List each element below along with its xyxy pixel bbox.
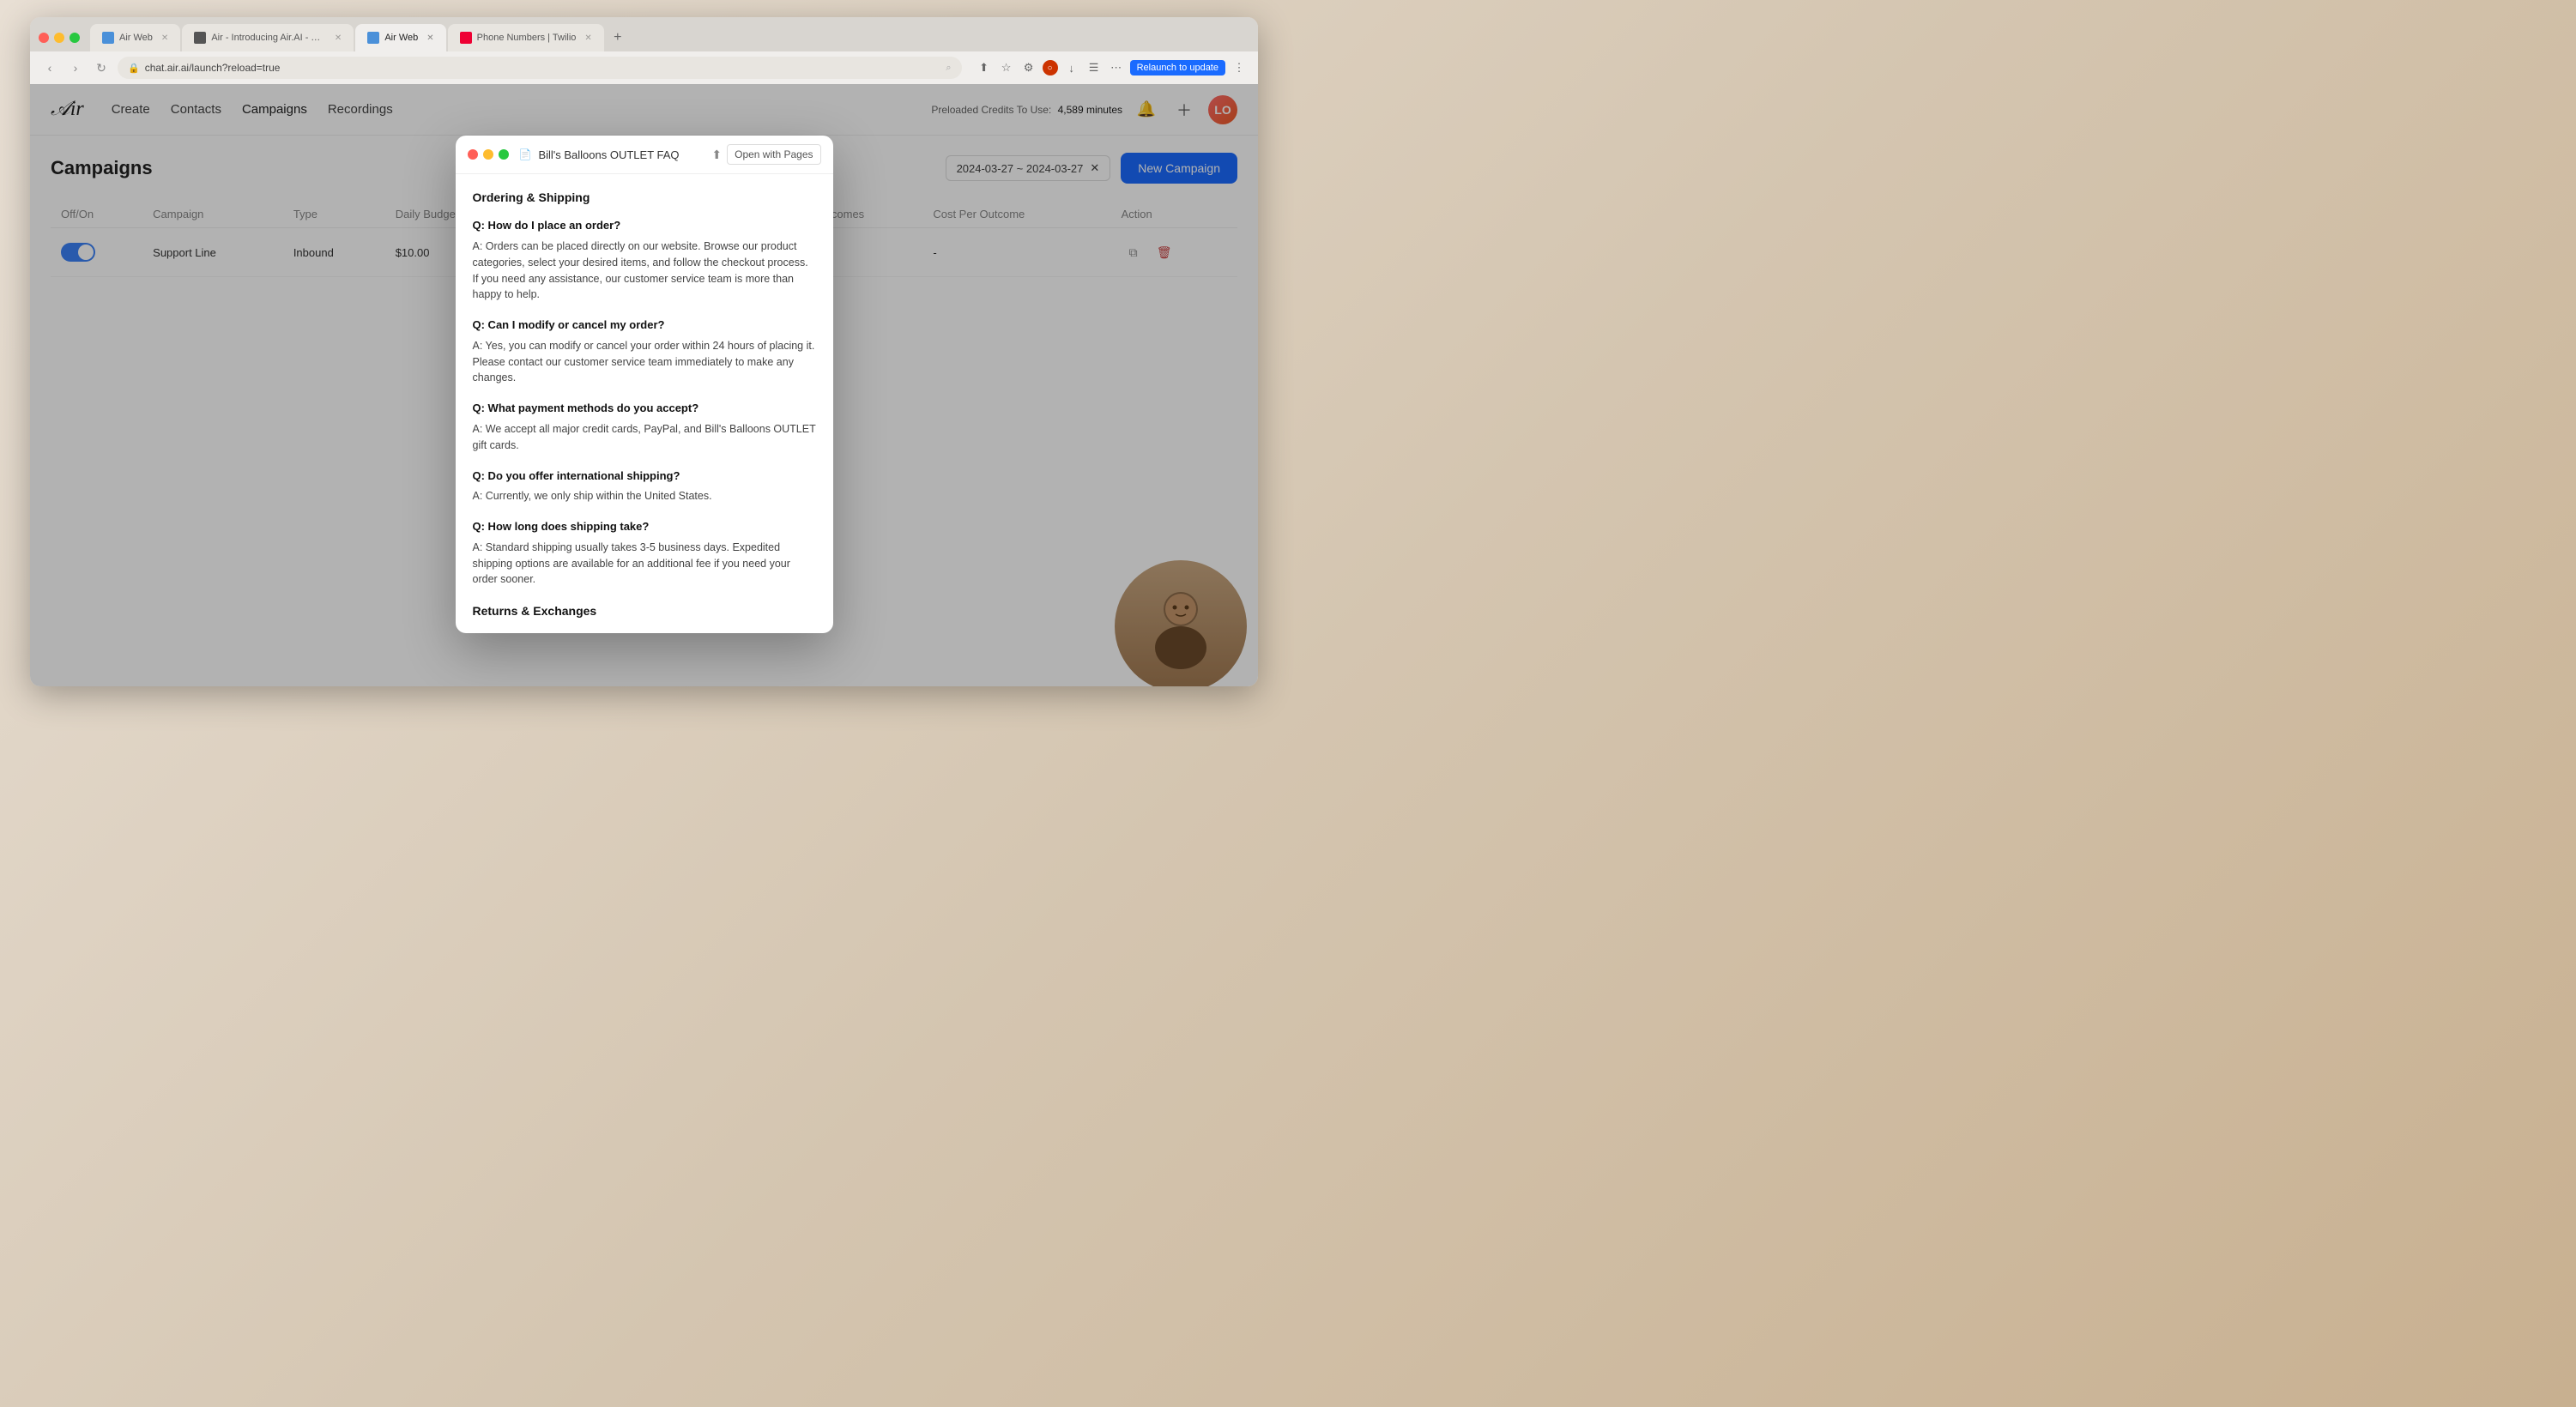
faq-modal: 📄 Bill's Balloons OUTLET FAQ ⬆ Open with…	[456, 136, 833, 633]
browser-tab-2[interactable]: Air - Introducing Air.AI - Th... ✕	[182, 24, 354, 51]
traffic-lights	[39, 33, 80, 43]
bookmark-icon[interactable]: ☆	[998, 59, 1015, 76]
toolbar-icons: ⬆ ☆ ⚙ ○ ↓ ☰ ⋯ Relaunch to update ⋮	[976, 59, 1248, 76]
modal-title: Bill's Balloons OUTLET FAQ	[538, 148, 704, 161]
download-icon[interactable]: ↓	[1063, 59, 1080, 76]
tab-4-favicon	[460, 32, 472, 44]
faq-a4: A: Currently, we only ship within the Un…	[473, 488, 816, 504]
faq-item-2: Q: Can I modify or cancel my order? A: Y…	[473, 317, 816, 386]
tab-4-close[interactable]: ✕	[584, 33, 591, 43]
faq-q5: Q: How long does shipping take?	[473, 518, 816, 536]
modal-header-icons	[468, 149, 509, 160]
address-bar[interactable]: 🔒 chat.air.ai/launch?reload=true ⌕	[118, 57, 962, 79]
tab-1-favicon	[102, 32, 114, 44]
menu-icon[interactable]: ⋮	[1231, 59, 1248, 76]
faq-item-5: Q: How long does shipping take? A: Stand…	[473, 518, 816, 588]
tab-2-close[interactable]: ✕	[335, 33, 342, 43]
modal-header: 📄 Bill's Balloons OUTLET FAQ ⬆ Open with…	[456, 136, 833, 174]
browser-tab-4[interactable]: Phone Numbers | Twilio ✕	[448, 24, 604, 51]
modal-content[interactable]: Ordering & Shipping Q: How do I place an…	[456, 174, 833, 633]
back-button[interactable]: ‹	[40, 58, 59, 77]
app-content: 𝒜ir Create Contacts Campaigns Recordings…	[30, 84, 1258, 686]
faq-a3: A: We accept all major credit cards, Pay…	[473, 421, 816, 454]
modal-expand-btn[interactable]	[499, 149, 509, 160]
relaunch-button[interactable]: Relaunch to update	[1130, 60, 1225, 75]
minimize-traffic-light[interactable]	[54, 33, 64, 43]
faq-q6: Q: What is your return policy?	[473, 631, 816, 633]
tab-bar: Air Web ✕ Air - Introducing Air.AI - Th.…	[30, 17, 1258, 51]
section-title-ordering: Ordering & Shipping	[473, 188, 816, 207]
more-icon[interactable]: ⋯	[1108, 59, 1125, 76]
vpn-icon-inner: ○	[1048, 63, 1053, 73]
maximize-traffic-light[interactable]	[70, 33, 80, 43]
modal-close-btn[interactable]	[468, 149, 478, 160]
tab-1-label: Air Web	[119, 33, 153, 43]
modal-minimize-btn[interactable]	[483, 149, 493, 160]
faq-item-1: Q: How do I place an order? A: Orders ca…	[473, 217, 816, 303]
faq-a2: A: Yes, you can modify or cancel your or…	[473, 338, 816, 386]
tab-2-favicon	[194, 32, 206, 44]
tab-3-favicon	[367, 32, 379, 44]
faq-section-ordering: Ordering & Shipping Q: How do I place an…	[473, 188, 816, 588]
refresh-button[interactable]: ↻	[92, 58, 111, 77]
url-text: chat.air.ai/launch?reload=true	[145, 62, 281, 74]
address-bar-row: ‹ › ↻ 🔒 chat.air.ai/launch?reload=true ⌕…	[30, 51, 1258, 84]
forward-button[interactable]: ›	[66, 58, 85, 77]
tab-3-close[interactable]: ✕	[426, 33, 433, 43]
faq-item-3: Q: What payment methods do you accept? A…	[473, 400, 816, 453]
new-tab-button[interactable]: +	[606, 26, 630, 50]
lock-icon: 🔒	[128, 63, 140, 74]
faq-q4: Q: Do you offer international shipping?	[473, 468, 816, 486]
faq-section-returns: Returns & Exchanges Q: What is your retu…	[473, 601, 816, 633]
modal-actions: ⬆ Open with Pages	[711, 144, 820, 165]
share-icon[interactable]: ⬆	[976, 59, 993, 76]
browser-tab-3[interactable]: Air Web ✕	[355, 24, 445, 51]
vpn-icon[interactable]: ○	[1043, 60, 1058, 75]
open-with-pages-btn[interactable]: Open with Pages	[727, 144, 820, 165]
modal-overlay[interactable]: 📄 Bill's Balloons OUTLET FAQ ⬆ Open with…	[30, 84, 1258, 686]
extensions-icon[interactable]: ⚙	[1020, 59, 1037, 76]
search-icon: ⌕	[946, 63, 951, 74]
tab-4-label: Phone Numbers | Twilio	[477, 33, 577, 43]
tab-2-label: Air - Introducing Air.AI - Th...	[211, 33, 326, 43]
browser-tab-1[interactable]: Air Web ✕	[90, 24, 180, 51]
faq-q3: Q: What payment methods do you accept?	[473, 400, 816, 418]
section-title-returns: Returns & Exchanges	[473, 601, 816, 620]
share-icon[interactable]: ⬆	[711, 148, 722, 162]
doc-icon: 📄	[519, 148, 532, 160]
address-bar-icons: ⌕	[946, 63, 951, 74]
faq-item-4: Q: Do you offer international shipping? …	[473, 468, 816, 505]
close-traffic-light[interactable]	[39, 33, 49, 43]
tab-3-label: Air Web	[384, 33, 418, 43]
faq-item-6: Q: What is your return policy? A: We acc…	[473, 631, 816, 633]
faq-a5: A: Standard shipping usually takes 3-5 b…	[473, 540, 816, 588]
faq-a1: A: Orders can be placed directly on our …	[473, 239, 816, 303]
faq-q2: Q: Can I modify or cancel my order?	[473, 317, 816, 335]
faq-q1: Q: How do I place an order?	[473, 217, 816, 235]
tab-1-close[interactable]: ✕	[161, 33, 168, 43]
reader-icon[interactable]: ☰	[1085, 59, 1103, 76]
